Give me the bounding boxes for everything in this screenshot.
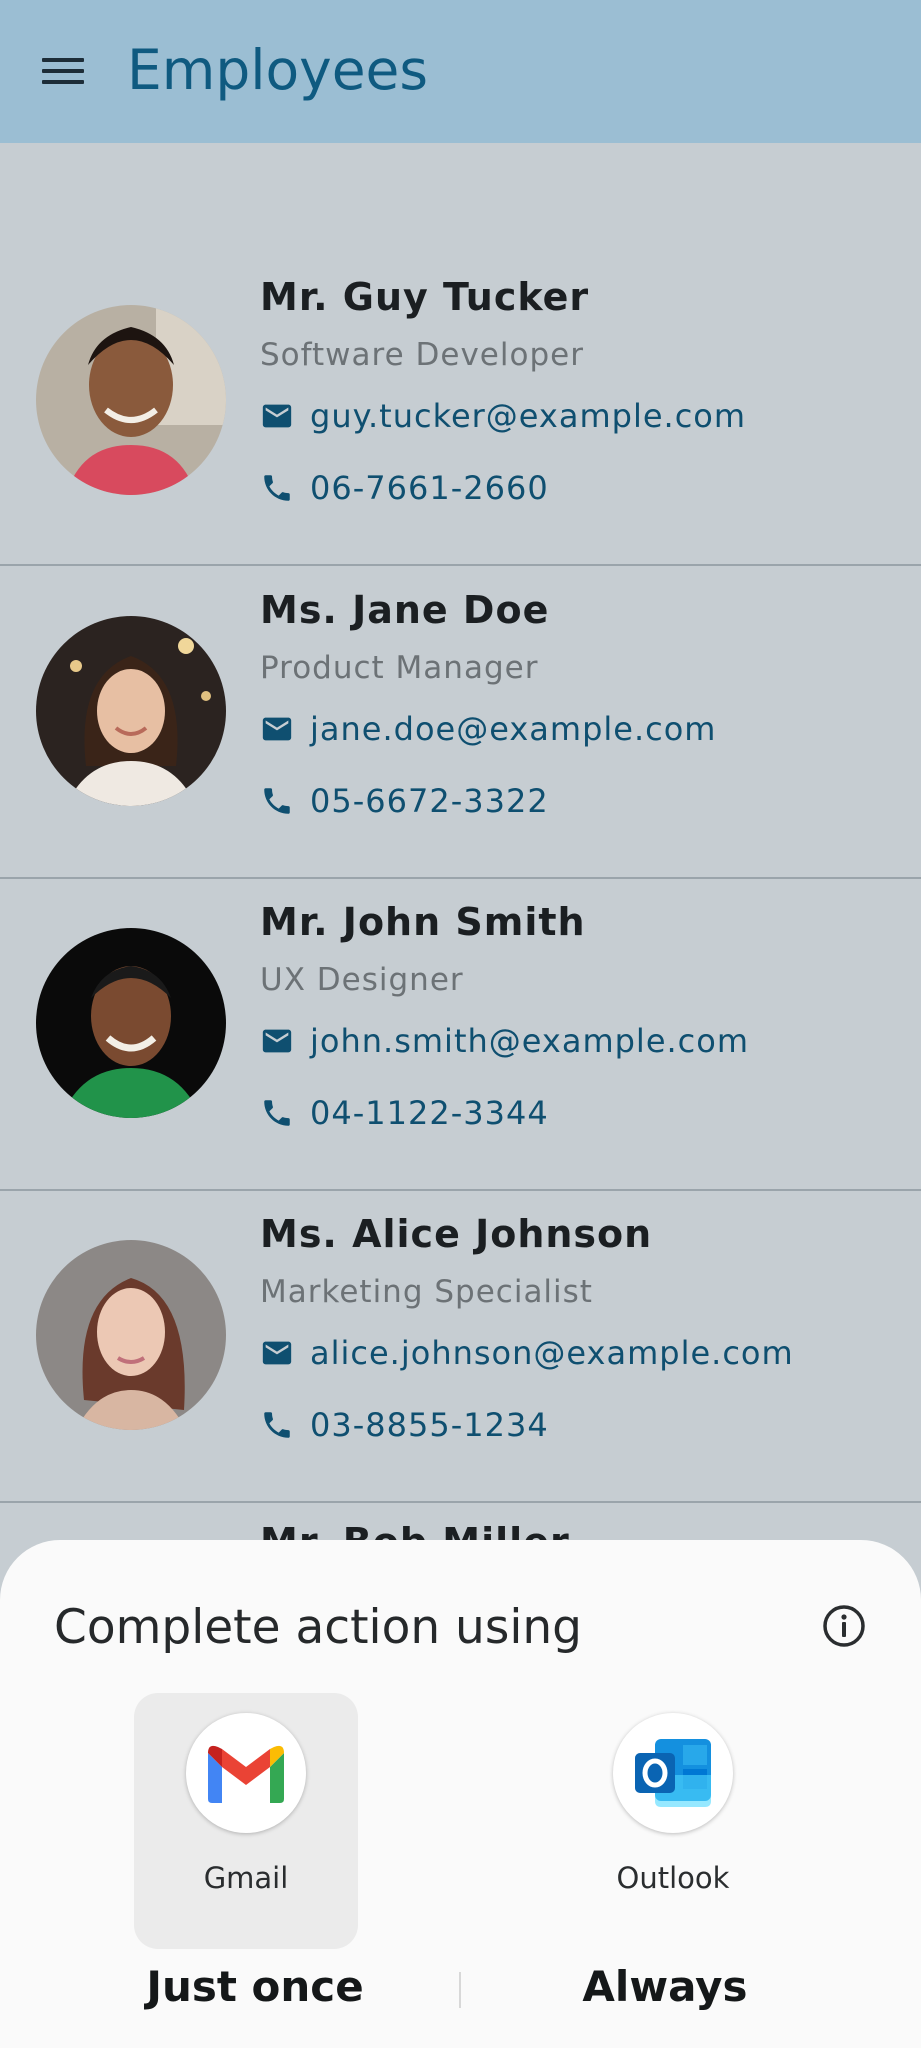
email-icon: [262, 404, 292, 428]
gmail-icon: [186, 1713, 306, 1833]
employee-name: Mr. John Smith: [260, 900, 586, 944]
avatar: [36, 616, 226, 806]
employee-role: UX Designer: [260, 962, 464, 998]
employee-email-link[interactable]: jane.doe@example.com: [260, 710, 716, 748]
employee-name: Mr. Guy Tucker: [260, 275, 590, 319]
info-icon[interactable]: [820, 1602, 868, 1650]
outlook-icon: [613, 1713, 733, 1833]
phone-icon: [264, 1100, 290, 1126]
email-text: john.smith@example.com: [310, 1022, 750, 1060]
employee-phone-link[interactable]: 03-8855-1234: [260, 1406, 549, 1444]
employee-role: Product Manager: [260, 650, 539, 686]
employee-email-link[interactable]: alice.johnson@example.com: [260, 1334, 794, 1372]
email-text: alice.johnson@example.com: [310, 1334, 794, 1372]
employee-phone-link[interactable]: 04-1122-3344: [260, 1094, 549, 1132]
employee-phone-link[interactable]: 06-7661-2660: [260, 469, 549, 507]
list-item[interactable]: Mr. John Smith UX Designer john.smith@ex…: [0, 880, 921, 1191]
app-label: Outlook: [616, 1861, 730, 1895]
button-divider: [459, 1972, 461, 2008]
list-item[interactable]: Ms. Alice Johnson Marketing Specialist a…: [0, 1192, 921, 1503]
app-chooser-sheet: Complete action using Gmail Outlook Just…: [0, 1540, 921, 2048]
app-option-gmail[interactable]: Gmail: [134, 1693, 358, 1949]
email-text: guy.tucker@example.com: [310, 397, 747, 435]
sheet-title: Complete action using: [54, 1600, 583, 1655]
phone-icon: [264, 1412, 290, 1438]
app-option-outlook[interactable]: Outlook: [561, 1693, 785, 1949]
avatar: [36, 305, 226, 495]
employee-email-link[interactable]: john.smith@example.com: [260, 1022, 749, 1060]
employee-name: Ms. Alice Johnson: [260, 1212, 653, 1256]
avatar: [36, 928, 226, 1118]
page-title: Employees: [127, 38, 429, 102]
always-button[interactable]: Always: [560, 1962, 770, 2011]
phone-icon: [264, 475, 290, 501]
phone-text: 06-7661-2660: [310, 469, 549, 507]
phone-text: 05-6672-3322: [310, 782, 549, 820]
email-icon: [262, 1341, 292, 1365]
phone-text: 04-1122-3344: [310, 1094, 549, 1132]
list-item[interactable]: Ms. Jane Doe Product Manager jane.doe@ex…: [0, 568, 921, 879]
just-once-button[interactable]: Just once: [140, 1962, 370, 2011]
phone-icon: [264, 788, 290, 814]
phone-text: 03-8855-1234: [310, 1406, 549, 1444]
employee-phone-link[interactable]: 05-6672-3322: [260, 782, 549, 820]
email-text: jane.doe@example.com: [310, 710, 717, 748]
list-item[interactable]: Mr. Guy Tucker Software Developer guy.tu…: [0, 255, 921, 566]
employee-email-link[interactable]: guy.tucker@example.com: [260, 397, 746, 435]
hamburger-menu-icon[interactable]: [36, 52, 92, 92]
app-bar: Employees: [0, 0, 921, 143]
avatar: [36, 1240, 226, 1430]
employee-role: Marketing Specialist: [260, 1274, 593, 1310]
app-label: Gmail: [203, 1861, 289, 1895]
email-icon: [262, 717, 292, 741]
email-icon: [262, 1029, 292, 1053]
employee-role: Software Developer: [260, 337, 584, 373]
employee-name: Ms. Jane Doe: [260, 588, 550, 632]
